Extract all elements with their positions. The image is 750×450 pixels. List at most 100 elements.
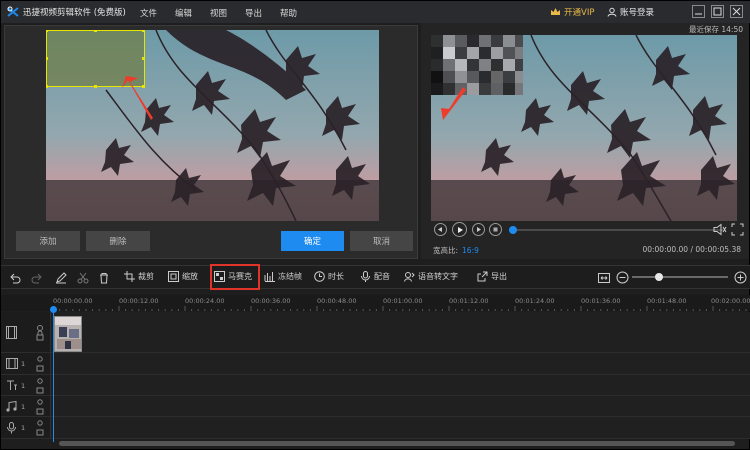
- edit-icon[interactable]: [55, 272, 67, 284]
- mosaic-edit-panel: 添加 删除 确定 取消: [4, 25, 418, 259]
- zoom-tool[interactable]: 缩放: [168, 271, 198, 282]
- playhead[interactable]: [53, 307, 54, 442]
- play-button[interactable]: [452, 222, 467, 237]
- mosaic-blur-area: [431, 35, 523, 95]
- export-label: 导出: [491, 272, 507, 281]
- export-tool[interactable]: 导出: [477, 271, 507, 282]
- ruler-tick-label: 00:00:36.00: [251, 297, 291, 305]
- add-button[interactable]: 添加: [16, 231, 80, 251]
- minimize-button[interactable]: [692, 5, 705, 18]
- fit-timeline-icon[interactable]: [598, 272, 610, 284]
- next-frame-button[interactable]: [472, 223, 485, 236]
- redo-icon[interactable]: [31, 272, 43, 284]
- ruler-tick-label: 00:01:00.00: [383, 297, 423, 305]
- mic-track-icon: [7, 422, 16, 434]
- close-icon: [732, 7, 741, 16]
- stop-icon: [493, 227, 498, 232]
- cancel-button[interactable]: 取消: [350, 231, 413, 251]
- timeline-ruler[interactable]: 00:00:00.00 00:00:12.00 00:00:24.00 00:0…: [1, 295, 750, 311]
- ruler-tick-label: 00:00:00.00: [53, 297, 93, 305]
- clock-icon: [314, 271, 325, 282]
- duration-label: 时长: [328, 272, 344, 281]
- undo-icon[interactable]: [9, 272, 21, 284]
- video-clip[interactable]: [54, 316, 82, 352]
- track-header: 1: [1, 417, 51, 438]
- confirm-button[interactable]: 确定: [281, 231, 344, 251]
- maximize-icon: [713, 7, 722, 16]
- track-lock-eye-icon[interactable]: [35, 420, 45, 436]
- timeline-zoom-slider[interactable]: [632, 273, 728, 281]
- voice-track[interactable]: 1: [1, 417, 750, 439]
- zoom-slider-knob[interactable]: [654, 273, 663, 281]
- close-button[interactable]: [730, 5, 743, 18]
- zoom-frame-icon: [168, 271, 179, 282]
- freeze-frame-label: 冻结帧: [278, 272, 302, 281]
- menu-export[interactable]: 导出: [245, 7, 262, 19]
- video-frame-image: [46, 30, 379, 221]
- speech-text-icon: [404, 272, 415, 282]
- skip-back-icon: [438, 227, 442, 232]
- ruler-tick-label: 00:01:24.00: [515, 297, 555, 305]
- ruler-tick-label: 00:01:12.00: [449, 297, 489, 305]
- dubbing-label: 配音: [374, 272, 390, 281]
- export-icon: [477, 271, 488, 282]
- stop-button[interactable]: [489, 223, 502, 236]
- scissors-icon[interactable]: [77, 272, 89, 284]
- zoom-out-icon[interactable]: [616, 271, 629, 284]
- vip-label: 开通VIP: [564, 8, 595, 18]
- track-lock-eye-icon[interactable]: [35, 356, 45, 372]
- zoom-in-icon[interactable]: [734, 271, 747, 284]
- track-number: 1: [21, 424, 26, 432]
- minimize-icon: [695, 13, 702, 15]
- track-lock-eye-icon[interactable]: [35, 399, 45, 415]
- ruler-tick-label: 00:01:48.00: [647, 297, 687, 305]
- aspect-ratio-value[interactable]: 16:9: [462, 246, 479, 255]
- microphone-icon: [361, 271, 370, 282]
- crop-icon: [124, 271, 135, 282]
- prev-frame-button[interactable]: [434, 223, 447, 236]
- timeline-horizontal-scrollbar[interactable]: [59, 441, 735, 446]
- track-lock-eye-icon[interactable]: [35, 378, 45, 394]
- user-icon: [607, 7, 617, 17]
- playhead-handle[interactable]: [50, 306, 57, 313]
- last-saved-note: 最近保存 14:50: [689, 25, 743, 34]
- track-header: 1: [1, 375, 51, 395]
- duration-tool[interactable]: 时长: [314, 271, 344, 282]
- menu-edit[interactable]: 编辑: [175, 7, 192, 19]
- progress-knob[interactable]: [509, 226, 518, 234]
- text-track[interactable]: 1: [1, 375, 750, 396]
- film-track[interactable]: 1: [1, 353, 750, 375]
- menu-help[interactable]: 帮助: [280, 7, 297, 19]
- fullscreen-icon[interactable]: [731, 223, 744, 236]
- ruler-tick-label: 00:00:12.00: [119, 297, 159, 305]
- track-lock-eye-icon[interactable]: [35, 324, 45, 342]
- track-header: 1: [1, 353, 51, 374]
- app-title: 迅捷视频剪辑软件 (免费版): [23, 8, 126, 18]
- progress-bar[interactable]: [509, 226, 723, 234]
- music-track[interactable]: 1: [1, 396, 750, 417]
- app-logo-icon: [7, 6, 19, 18]
- maximize-button[interactable]: [711, 5, 724, 18]
- freeze-frame-icon: [264, 272, 275, 282]
- edit-video-frame[interactable]: [46, 30, 379, 221]
- aspect-ratio-label: 宽高比:: [433, 246, 459, 255]
- login-button[interactable]: 账号登录: [607, 6, 654, 18]
- speech-to-text-label: 语音转文字: [418, 272, 458, 281]
- delete-button[interactable]: 删除: [86, 231, 150, 251]
- dubbing-tool[interactable]: 配音: [360, 271, 390, 282]
- video-track[interactable]: [1, 312, 750, 353]
- menu-view[interactable]: 视图: [210, 7, 227, 19]
- crop-tool[interactable]: 裁剪: [124, 271, 154, 282]
- film-track-icon: [6, 358, 18, 369]
- freeze-frame-tool[interactable]: 冻结帧: [264, 271, 302, 282]
- play-icon: [457, 226, 463, 233]
- volume-icon[interactable]: [713, 223, 727, 236]
- text-track-icon: [7, 380, 17, 390]
- track-number: 1: [21, 382, 26, 390]
- menu-file[interactable]: 文件: [140, 7, 157, 19]
- track-header: 1: [1, 396, 51, 416]
- speech-to-text-tool[interactable]: 语音转文字: [404, 271, 458, 282]
- vip-button[interactable]: 开通VIP: [550, 6, 594, 18]
- trash-icon[interactable]: [98, 272, 110, 284]
- clip-thumbnail: [55, 317, 81, 351]
